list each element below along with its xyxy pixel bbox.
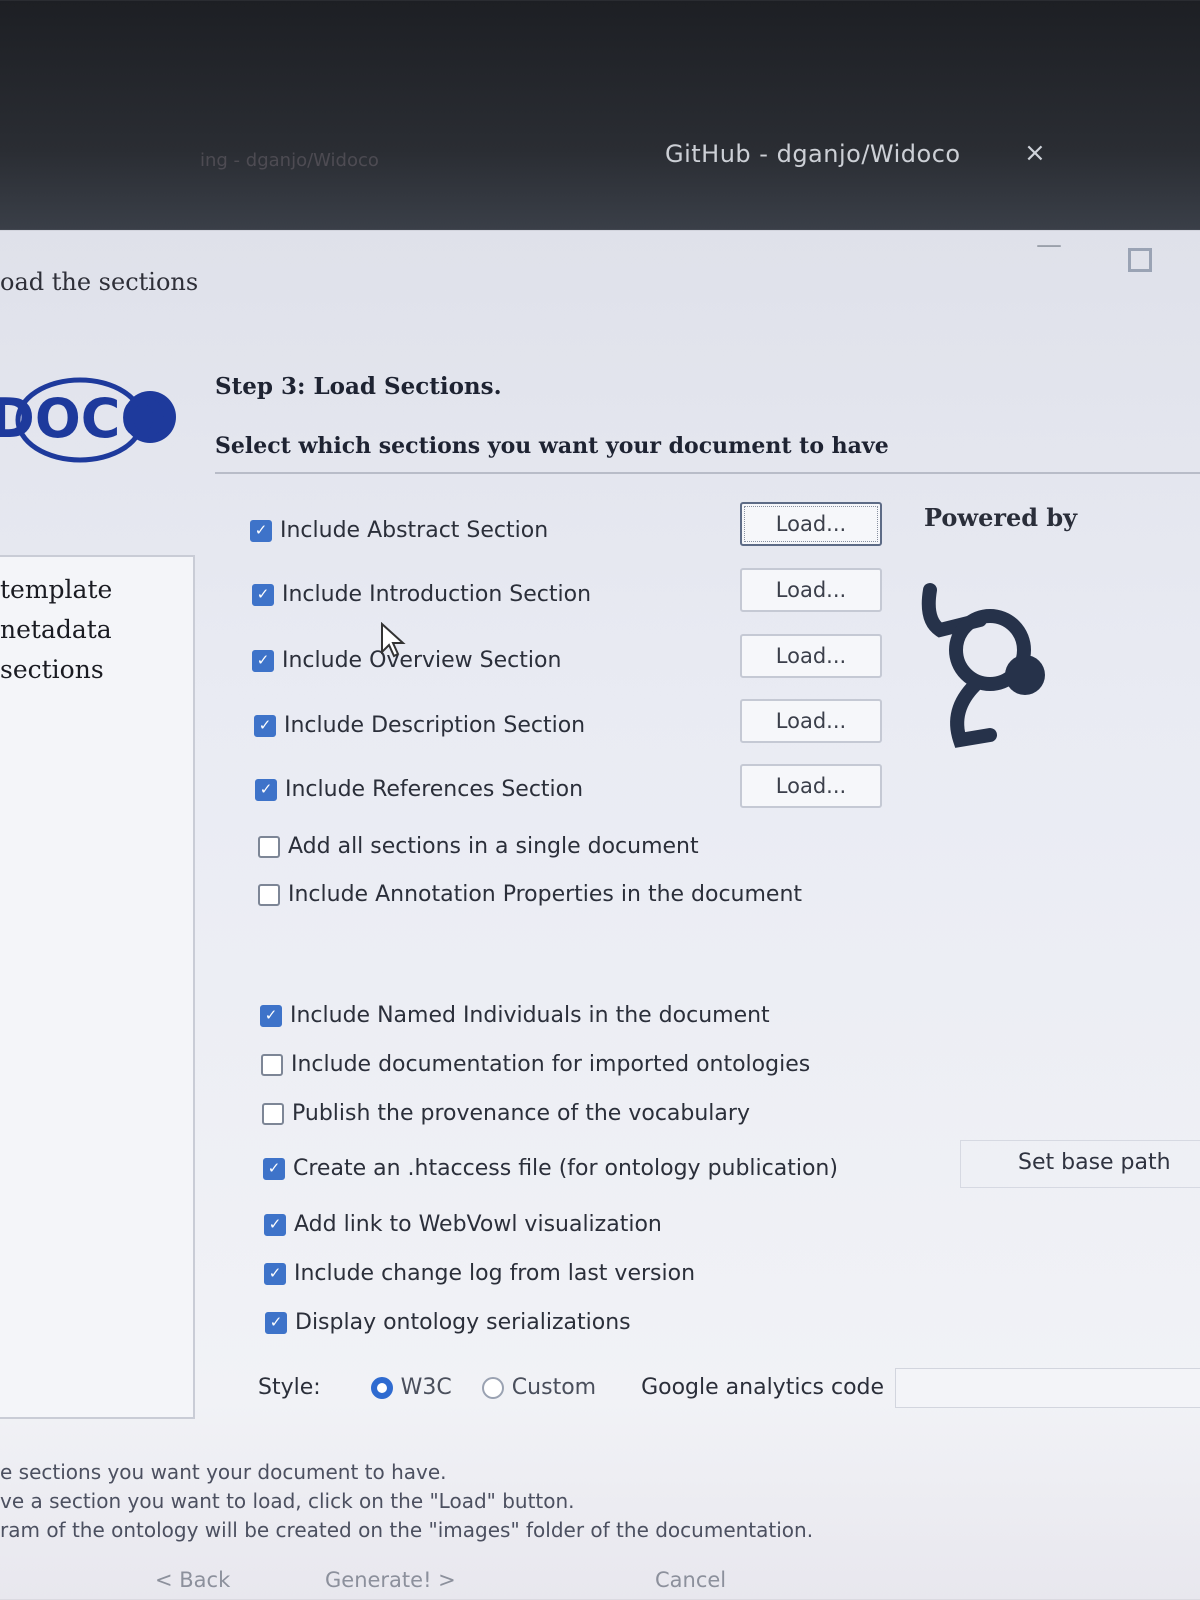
status-line-2: ve a section you want to load, click on … xyxy=(0,1489,575,1513)
google-analytics-input[interactable] xyxy=(895,1368,1200,1408)
checkbox-unchecked-icon[interactable] xyxy=(261,1053,283,1076)
checkbox-introduction-section[interactable]: ✓ Include Introduction Section xyxy=(252,582,591,607)
checkbox-label: Include References Section xyxy=(285,777,584,802)
mouse-cursor-icon xyxy=(380,621,406,662)
minimize-icon[interactable]: — xyxy=(1036,230,1062,260)
google-analytics-label: Google analytics code xyxy=(641,1375,885,1400)
checkbox-htaccess[interactable]: ✓ Create an .htaccess file (for ontology… xyxy=(263,1156,838,1181)
generate-button[interactable]: Generate! > xyxy=(325,1568,456,1592)
cancel-button[interactable]: Cancel xyxy=(655,1568,726,1592)
sidebar-item-template: template xyxy=(0,575,113,604)
checkbox-checked-icon[interactable]: ✓ xyxy=(250,519,272,542)
load-description-button[interactable]: Load... xyxy=(740,699,882,743)
checkbox-checked-icon[interactable]: ✓ xyxy=(264,1213,286,1236)
checkbox-serializations[interactable]: ✓ Display ontology serializations xyxy=(265,1310,631,1335)
checkbox-checked-icon[interactable]: ✓ xyxy=(264,1262,286,1285)
widoco-logo: DOCO xyxy=(0,345,190,475)
checkbox-label: Include Abstract Section xyxy=(280,518,549,543)
sidebar-item-sections: sections xyxy=(0,655,104,684)
checkbox-provenance[interactable]: Publish the provenance of the vocabulary xyxy=(262,1101,750,1126)
checkbox-label: Include Introduction Section xyxy=(282,582,592,607)
style-label: Style: xyxy=(258,1375,321,1400)
load-references-button[interactable]: Load... xyxy=(740,764,882,808)
set-base-path-label[interactable]: Set base path xyxy=(1018,1150,1171,1175)
load-abstract-button[interactable]: Load... xyxy=(740,502,882,546)
checkbox-unchecked-icon[interactable] xyxy=(258,883,280,906)
checkbox-change-log[interactable]: ✓ Include change log from last version xyxy=(264,1261,695,1286)
load-introduction-button[interactable]: Load... xyxy=(740,568,882,612)
radio-unselected-icon[interactable] xyxy=(481,1376,504,1399)
checkbox-references-section[interactable]: ✓ Include References Section xyxy=(255,777,583,802)
checkbox-checked-icon[interactable]: ✓ xyxy=(263,1157,285,1180)
checkbox-label: Include Overview Section xyxy=(282,648,562,673)
checkbox-label: Include Annotation Properties in the doc… xyxy=(288,882,803,907)
header-divider xyxy=(215,472,1200,474)
checkbox-imported-ontologies[interactable]: Include documentation for imported ontol… xyxy=(261,1052,810,1077)
status-line-3: ram of the ontology will be created on t… xyxy=(0,1518,814,1542)
powered-by-label: Powered by xyxy=(924,503,1078,532)
checkbox-checked-icon[interactable]: ✓ xyxy=(252,649,274,672)
checkbox-checked-icon[interactable]: ✓ xyxy=(260,1004,282,1027)
checkbox-overview-section[interactable]: ✓ Include Overview Section xyxy=(252,648,561,673)
checkbox-label: Include change log from last version xyxy=(294,1261,696,1286)
checkbox-webvowl[interactable]: ✓ Add link to WebVowl visualization xyxy=(264,1212,662,1237)
checkbox-label: Include Description Section xyxy=(284,713,586,738)
lop-logo xyxy=(920,580,1080,760)
sidebar-item-metadata: netadata xyxy=(0,615,112,644)
checkbox-checked-icon[interactable]: ✓ xyxy=(252,583,274,606)
radio-selected-icon[interactable] xyxy=(370,1376,393,1399)
step-subtitle: Select which sections you want your docu… xyxy=(215,433,889,459)
style-row: Style: W3C Custom Google analytics code xyxy=(258,1375,884,1400)
checkbox-description-section[interactable]: ✓ Include Description Section xyxy=(254,713,585,738)
checkbox-named-individuals[interactable]: ✓ Include Named Individuals in the docum… xyxy=(260,1003,770,1028)
checkbox-single-document[interactable]: Add all sections in a single document xyxy=(258,834,699,859)
radio-custom-label[interactable]: Custom xyxy=(512,1375,596,1400)
radio-w3c-label[interactable]: W3C xyxy=(401,1375,452,1400)
checkbox-unchecked-icon[interactable] xyxy=(258,835,280,858)
checkbox-checked-icon[interactable]: ✓ xyxy=(265,1311,287,1334)
wizard-header-text: oad the sections xyxy=(0,268,199,296)
status-line-1: e sections you want your document to hav… xyxy=(0,1460,447,1484)
load-overview-button[interactable]: Load... xyxy=(740,634,882,678)
tab-close-icon[interactable]: × xyxy=(1024,138,1046,168)
checkbox-label: Display ontology serializations xyxy=(295,1310,631,1335)
checkbox-abstract-section[interactable]: ✓ Include Abstract Section xyxy=(250,518,548,543)
checkbox-unchecked-icon[interactable] xyxy=(262,1102,284,1125)
step-title: Step 3: Load Sections. xyxy=(215,373,502,400)
checkbox-label: Add link to WebVowl visualization xyxy=(294,1212,662,1237)
browser-tab-title[interactable]: GitHub - dganjo/Widoco xyxy=(665,140,961,168)
checkbox-label: Add all sections in a single document xyxy=(288,834,699,859)
checkbox-label: Create an .htaccess file (for ontology p… xyxy=(293,1156,838,1181)
background-tab-title[interactable]: ing - dganjo/Widoco xyxy=(200,150,379,171)
logo-text: DOCO xyxy=(0,387,166,450)
checkbox-annotation-properties[interactable]: Include Annotation Properties in the doc… xyxy=(258,882,802,907)
checkbox-label: Publish the provenance of the vocabulary xyxy=(292,1101,750,1126)
checkbox-label: Include Named Individuals in the documen… xyxy=(290,1003,770,1028)
checkbox-checked-icon[interactable]: ✓ xyxy=(255,778,277,801)
checkbox-checked-icon[interactable]: ✓ xyxy=(254,714,276,737)
wizard-steps-sidebar xyxy=(0,555,195,1419)
back-button[interactable]: < Back xyxy=(155,1568,230,1592)
maximize-icon[interactable] xyxy=(1128,248,1152,272)
checkbox-label: Include documentation for imported ontol… xyxy=(291,1052,811,1077)
